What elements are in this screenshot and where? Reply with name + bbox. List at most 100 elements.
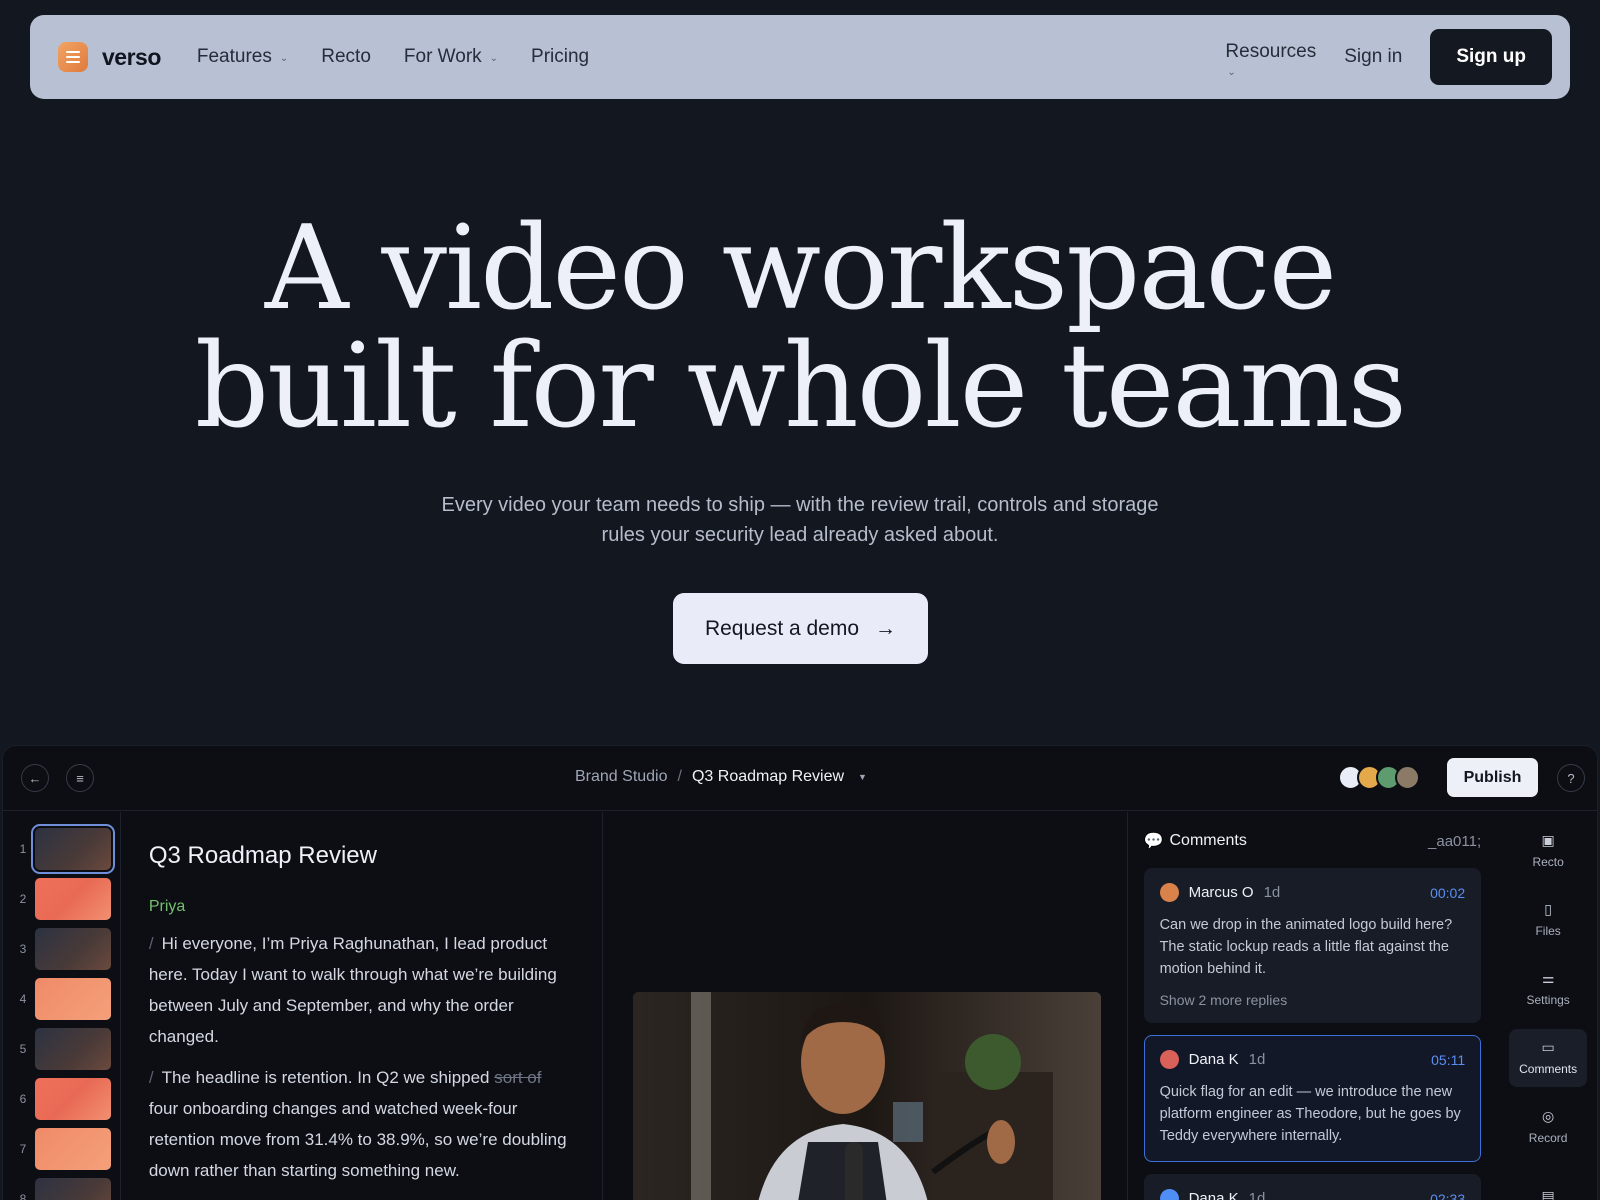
slide-thumbnail[interactable] xyxy=(35,878,111,920)
comment-card[interactable]: Dana K 1d 02:33 xyxy=(1143,1174,1482,1200)
slide-thumbnail-row[interactable]: 5 xyxy=(3,1024,120,1074)
slide-number: 2 xyxy=(19,892,27,906)
help-icon[interactable]: ? xyxy=(1557,764,1585,792)
publish-button[interactable]: Publish xyxy=(1447,758,1538,797)
nav-item-label: For Work xyxy=(403,46,482,67)
comment-timestamp[interactable]: 05:11 xyxy=(1431,1052,1465,1068)
breadcrumb-separator: / xyxy=(677,768,682,785)
avatar xyxy=(1395,765,1420,790)
show-more-replies-link[interactable]: Show 2 more replies xyxy=(1160,992,1466,1008)
paragraph-marker: / xyxy=(148,934,154,953)
rail-item-more[interactable]: ▤ xyxy=(1509,1167,1587,1200)
slide-thumbnail[interactable] xyxy=(35,978,111,1020)
comments-header: 💬 Comments _aa011; xyxy=(1144,826,1482,856)
slide-number: 3 xyxy=(19,942,27,956)
top-nav: verso Features ⌄ Recto For Work ⌄ Pricin… xyxy=(30,15,1570,99)
collaborator-avatars[interactable] xyxy=(1338,765,1420,790)
breadcrumb-workspace[interactable]: Brand Studio xyxy=(575,768,668,786)
sign-up-button[interactable]: Sign up xyxy=(1430,29,1552,85)
rail-item-record[interactable]: ◎ Record xyxy=(1509,1098,1587,1156)
nav-item-label: Features xyxy=(196,46,272,67)
hero-title-line: A video workspace xyxy=(264,201,1337,336)
rail-item-label: Comments xyxy=(1519,1062,1578,1076)
paragraph-text: four onboarding changes and watched week… xyxy=(148,1099,567,1180)
paragraph-marker: / xyxy=(148,1068,154,1087)
nav-item-features[interactable]: Features ⌄ xyxy=(197,46,288,68)
rail-item-files[interactable]: ▯ Files xyxy=(1509,891,1587,949)
comment-age: 1d xyxy=(1263,884,1281,901)
slide-thumbnail-row[interactable]: 2 xyxy=(3,874,120,924)
rail-item-label: Settings xyxy=(1526,993,1570,1007)
logo-icon[interactable] xyxy=(58,42,88,72)
comments-title: 💬 Comments xyxy=(1144,831,1247,851)
slide-thumbnail[interactable] xyxy=(35,1028,111,1070)
slide-thumbnail[interactable] xyxy=(35,1128,111,1170)
slide-number: 1 xyxy=(19,842,27,856)
nav-item-resources[interactable]: Resources ⌄ xyxy=(1225,42,1316,82)
slide-thumbnail-row[interactable]: 8 xyxy=(3,1174,120,1200)
comment-author: Dana K xyxy=(1188,1190,1239,1200)
rail-item-settings[interactable]: ⚌ Settings xyxy=(1509,960,1587,1018)
app-toolbar: ← ≡ Brand Studio / Q3 Roadmap Review ▼ P… xyxy=(3,746,1597,811)
menu-icon[interactable]: ≡ xyxy=(66,764,94,792)
app-preview: ← ≡ Brand Studio / Q3 Roadmap Review ▼ P… xyxy=(2,745,1598,1200)
sign-in-link[interactable]: Sign in xyxy=(1344,46,1402,68)
video-player[interactable] xyxy=(633,992,1102,1200)
slide-thumbnail-row[interactable]: 4 xyxy=(3,974,120,1024)
panel-icon: ▤ xyxy=(1541,1188,1555,1200)
rail-item-label: Record xyxy=(1528,1131,1568,1145)
nav-item-for-work[interactable]: For Work ⌄ xyxy=(404,46,498,68)
slide-thumbnail-row[interactable]: 1 xyxy=(3,824,120,874)
sliders-icon: ⚌ xyxy=(1541,970,1555,986)
slide-number: 7 xyxy=(19,1142,27,1156)
comment-text: Quick flag for an edit — we introduce th… xyxy=(1159,1084,1461,1144)
breadcrumb-document[interactable]: Q3 Roadmap Review xyxy=(692,768,844,786)
struck-text: sort of xyxy=(494,1068,542,1087)
nav-item-pricing[interactable]: Pricing xyxy=(531,46,589,68)
rail-item-label: Files xyxy=(1535,924,1561,938)
comments-title-text: Comments xyxy=(1169,832,1247,849)
slide-thumbnail-row[interactable]: 7 xyxy=(3,1124,120,1174)
comment-timestamp[interactable]: 02:33 xyxy=(1430,1191,1465,1200)
transcript-paragraph[interactable]: / Hi everyone, I’m Priya Raghunathan, I l… xyxy=(149,928,574,1052)
comment-author: Marcus O xyxy=(1188,884,1254,901)
comment-age: 1d xyxy=(1248,1190,1266,1200)
nav-links: Features ⌄ Recto For Work ⌄ Pricing xyxy=(197,46,589,68)
slide-thumbnail[interactable] xyxy=(31,824,115,874)
video-frame-image xyxy=(633,992,1102,1200)
chevron-down-icon: ⌄ xyxy=(1227,67,1236,78)
slide-thumbnail-row[interactable]: 6 xyxy=(3,1074,120,1124)
slide-thumbnail[interactable] xyxy=(35,1178,111,1200)
hero-title: A video workspace built for whole teams xyxy=(0,210,1600,446)
transcript-paragraph[interactable]: / The headline is retention. In Q2 we shi… xyxy=(149,1062,574,1186)
request-demo-button[interactable]: Request a demo → xyxy=(673,593,928,664)
slide-number: 4 xyxy=(19,992,27,1006)
avatar xyxy=(1159,1189,1179,1200)
comment-icon: ▭ xyxy=(1541,1039,1555,1055)
cta-label: Request a demo xyxy=(704,616,860,640)
comment-card[interactable]: Dana K 1d 05:11 Quick flag for an edit —… xyxy=(1143,1035,1482,1162)
rail-item-comments[interactable]: ▭ Comments xyxy=(1509,1029,1588,1087)
rail-item-recto[interactable]: ▣ Recto xyxy=(1509,822,1587,880)
right-rail: ▣ Recto ▯ Files ⚌ Settings ▭ Comments ◎ … xyxy=(1497,812,1597,1200)
avatar xyxy=(1159,1050,1179,1069)
comment-timestamp[interactable]: 00:02 xyxy=(1430,885,1465,901)
slide-thumbnail[interactable] xyxy=(35,928,111,970)
slide-thumbnail-row[interactable]: 3 xyxy=(3,924,120,974)
nav-item-label: Pricing xyxy=(531,46,590,67)
chevron-down-icon: ⌄ xyxy=(279,52,289,64)
slide-number: 8 xyxy=(19,1192,27,1200)
speech-bubble-icon: 💬 xyxy=(1143,833,1164,850)
brand-name[interactable]: verso xyxy=(102,44,161,71)
slide-thumbnail[interactable] xyxy=(35,1078,111,1120)
recto-icon: ▣ xyxy=(1541,832,1555,848)
back-arrow-icon[interactable]: ← xyxy=(21,764,49,792)
nav-item-label: Recto xyxy=(321,46,371,67)
nav-item-label: Resources xyxy=(1225,41,1317,62)
comment-card[interactable]: Marcus O 1d 00:02 Can we drop in the ani… xyxy=(1143,868,1482,1023)
comment-text: Can we drop in the animated logo build h… xyxy=(1159,917,1453,977)
transcript-panel: Q3 Roadmap Review Priya / Hi everyone, I’… xyxy=(121,812,604,1200)
nav-item-recto[interactable]: Recto xyxy=(321,46,371,68)
caret-down-icon[interactable]: ▼ xyxy=(858,772,867,782)
chevron-down-icon: ⌄ xyxy=(489,52,499,64)
